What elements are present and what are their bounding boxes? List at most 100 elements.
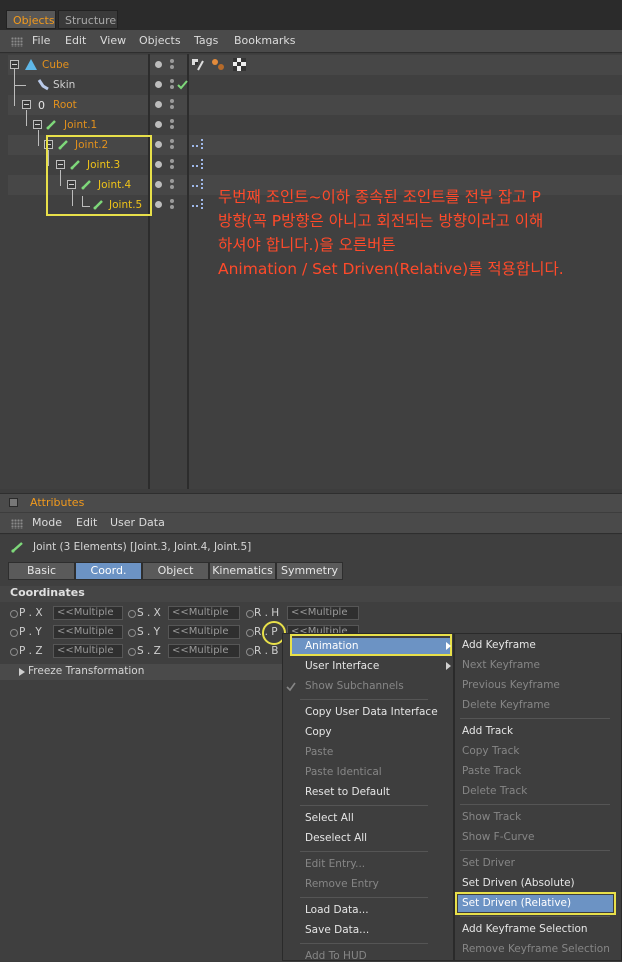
object-row[interactable] — [8, 95, 622, 115]
render-dot[interactable] — [170, 165, 174, 169]
animate-toggle[interactable] — [128, 648, 136, 656]
submenu-item-paste-track[interactable]: Paste Track — [462, 765, 521, 777]
field-sy[interactable]: <<Multiple — [168, 625, 240, 639]
menu-item-animation[interactable]: Animation — [305, 640, 359, 652]
menu-user-data[interactable]: User Data — [110, 516, 165, 529]
field-px[interactable]: <<Multiple — [53, 606, 123, 620]
object-row[interactable] — [8, 55, 622, 75]
check-icon[interactable] — [177, 79, 188, 90]
object-name-cube[interactable]: Cube — [42, 59, 69, 71]
render-dot[interactable] — [170, 139, 174, 143]
menu-item-deselect-all[interactable]: Deselect All — [305, 832, 367, 844]
submenu-item-delete-track[interactable]: Delete Track — [462, 785, 527, 797]
menu-item-save-data[interactable]: Save Data... — [305, 924, 369, 936]
menu-item-paste-identical[interactable]: Paste Identical — [305, 766, 382, 778]
menu-mode[interactable]: Mode — [32, 516, 62, 529]
menu-edit[interactable]: Edit — [76, 516, 97, 529]
submenu-item-copy-track[interactable]: Copy Track — [462, 745, 519, 757]
visibility-dot[interactable] — [155, 81, 162, 88]
ik-tag-icon[interactable] — [192, 198, 206, 212]
object-name-skin[interactable]: Skin — [53, 79, 75, 91]
menu-tags[interactable]: Tags — [194, 34, 218, 47]
animate-toggle[interactable] — [128, 629, 136, 637]
uvw-tag-icon[interactable] — [233, 58, 246, 71]
menu-item-user-interface[interactable]: User Interface — [305, 660, 379, 672]
disclosure-triangle-icon[interactable] — [19, 668, 25, 676]
animate-toggle[interactable] — [10, 610, 18, 618]
submenu-item-show-track[interactable]: Show Track — [462, 811, 521, 823]
menu-objects[interactable]: Objects — [139, 34, 181, 47]
animate-toggle[interactable] — [246, 629, 254, 637]
object-row[interactable] — [8, 115, 622, 135]
submenu-item-add-track[interactable]: Add Track — [462, 725, 513, 737]
render-dot[interactable] — [170, 59, 174, 63]
visibility-dot[interactable] — [155, 61, 162, 68]
ik-tag-icon[interactable] — [192, 138, 206, 152]
field-rh[interactable]: <<Multiple — [287, 606, 359, 620]
submenu-item-set-driver[interactable]: Set Driver — [462, 857, 515, 869]
phong-tag-icon[interactable] — [191, 58, 205, 71]
render-dot[interactable] — [170, 99, 174, 103]
field-py[interactable]: <<Multiple — [53, 625, 123, 639]
menu-item-remove-entry[interactable]: Remove Entry — [305, 878, 379, 890]
menu-bookmarks[interactable]: Bookmarks — [234, 34, 295, 47]
menu-item-show-subchannels[interactable]: Show Subchannels — [305, 680, 404, 692]
render-dot[interactable] — [170, 159, 174, 163]
render-dot[interactable] — [170, 179, 174, 183]
tab-kinematics[interactable]: Kinematics — [209, 562, 276, 580]
field-pz[interactable]: <<Multiple — [53, 644, 123, 658]
submenu-item-set-driven-absolute[interactable]: Set Driven (Absolute) — [462, 877, 575, 889]
visibility-dot[interactable] — [155, 201, 162, 208]
expand-toggle[interactable] — [22, 100, 31, 109]
object-row[interactable] — [8, 75, 622, 95]
freeze-label[interactable]: Freeze Transformation — [28, 665, 144, 677]
grip-icon[interactable] — [11, 519, 23, 529]
menu-item-select-all[interactable]: Select All — [305, 812, 354, 824]
tab-object[interactable]: Object — [142, 562, 209, 580]
menu-file[interactable]: File — [32, 34, 50, 47]
expand-toggle[interactable] — [33, 120, 42, 129]
animate-toggle[interactable] — [10, 648, 18, 656]
menu-view[interactable]: View — [100, 34, 126, 47]
object-name-root[interactable]: Root — [53, 99, 77, 111]
render-dot[interactable] — [170, 119, 174, 123]
submenu-item-next-keyframe[interactable]: Next Keyframe — [462, 659, 540, 671]
material-tag-icon[interactable] — [211, 58, 225, 71]
submenu-item-set-driven-relative[interactable]: Set Driven (Relative) — [462, 897, 571, 909]
submenu-item-show-f-curve[interactable]: Show F-Curve — [462, 831, 534, 843]
render-dot[interactable] — [170, 145, 174, 149]
visibility-dot[interactable] — [155, 161, 162, 168]
ik-tag-icon[interactable] — [192, 178, 206, 192]
animate-toggle[interactable] — [246, 610, 254, 618]
tab-symmetry[interactable]: Symmetry — [276, 562, 343, 580]
menu-item-paste[interactable]: Paste — [305, 746, 333, 758]
tab-basic[interactable]: Basic — [8, 562, 75, 580]
menu-item-reset-to-default[interactable]: Reset to Default — [305, 786, 390, 798]
animate-toggle[interactable] — [128, 610, 136, 618]
render-dot[interactable] — [170, 125, 174, 129]
visibility-dot[interactable] — [155, 181, 162, 188]
field-sx[interactable]: <<Multiple — [168, 606, 240, 620]
render-dot[interactable] — [170, 85, 174, 89]
menu-edit[interactable]: Edit — [65, 34, 86, 47]
render-dot[interactable] — [170, 65, 174, 69]
menu-item-copy[interactable]: Copy — [305, 726, 332, 738]
object-name-joint1[interactable]: Joint.1 — [64, 119, 97, 131]
submenu-item-remove-keyframe-selection[interactable]: Remove Keyframe Selection — [462, 943, 610, 955]
visibility-dot[interactable] — [155, 141, 162, 148]
render-dot[interactable] — [170, 199, 174, 203]
render-dot[interactable] — [170, 185, 174, 189]
submenu-item-delete-keyframe[interactable]: Delete Keyframe — [462, 699, 550, 711]
animate-toggle[interactable] — [246, 648, 254, 656]
tab-structure[interactable]: Structure — [58, 10, 118, 29]
ik-tag-icon[interactable] — [192, 158, 206, 172]
render-dot[interactable] — [170, 105, 174, 109]
visibility-dot[interactable] — [155, 121, 162, 128]
expand-toggle[interactable] — [10, 60, 19, 69]
column-divider[interactable] — [148, 54, 150, 489]
submenu-item-previous-keyframe[interactable]: Previous Keyframe — [462, 679, 560, 691]
menu-item-edit-entry[interactable]: Edit Entry... — [305, 858, 365, 870]
field-sz[interactable]: <<Multiple — [168, 644, 240, 658]
column-divider[interactable] — [187, 54, 189, 489]
menu-item-load-data[interactable]: Load Data... — [305, 904, 369, 916]
